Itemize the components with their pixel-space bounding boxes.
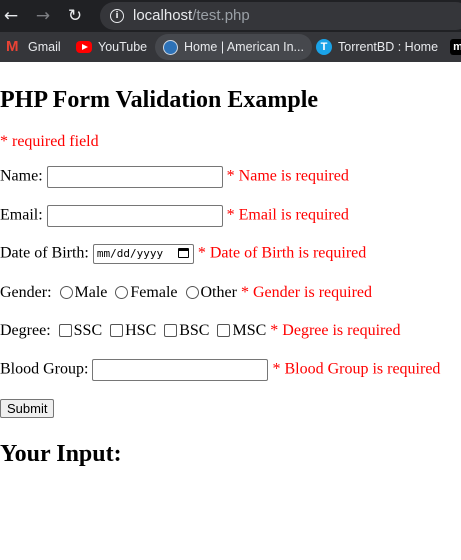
email-error: * Email is required — [226, 206, 349, 224]
submit-button[interactable]: Submit — [0, 399, 55, 418]
name-row: Name: * Name is required — [0, 166, 349, 188]
back-arrow-icon[interactable]: ← — [0, 5, 22, 27]
gender-female-radio[interactable] — [115, 285, 129, 299]
url-host: localhost — [133, 7, 193, 24]
url-path: /test.php — [192, 7, 250, 24]
degree-hsc-checkbox[interactable] — [110, 323, 124, 337]
blood-group-error: * Blood Group is required — [272, 360, 441, 378]
bookmark-label: YouTube — [98, 40, 148, 54]
bookmark-american[interactable]: Home | American In... — [155, 34, 312, 60]
bookmark-label: Gmail — [28, 40, 61, 54]
bookmark-m[interactable]: m — [450, 32, 461, 62]
gender-option-label: Female — [130, 284, 178, 301]
blood-group-input[interactable] — [92, 359, 269, 381]
dob-label: Date of Birth: — [0, 244, 89, 262]
dob-input[interactable]: mm/dd/yyyy — [92, 244, 194, 264]
email-input[interactable] — [46, 205, 223, 227]
bookmark-youtube[interactable]: YouTube — [76, 32, 147, 62]
youtube-icon — [76, 41, 92, 53]
degree-msc-checkbox[interactable] — [217, 323, 231, 337]
degree-ssc-checkbox[interactable] — [58, 323, 72, 337]
degree-bsc-checkbox[interactable] — [164, 323, 178, 337]
gender-option-label: Male — [74, 284, 108, 301]
name-label: Name: — [0, 167, 43, 185]
dob-placeholder: mm/dd/yyyy — [96, 247, 164, 260]
reload-icon[interactable]: ↻ — [64, 5, 86, 27]
output-heading: Your Input: — [0, 441, 122, 467]
bookmarks-bar: M Gmail YouTube Home | American In... T … — [0, 32, 461, 62]
gmail-icon: M — [6, 38, 19, 55]
degree-label: Degree: — [0, 322, 51, 339]
address-bar[interactable]: i localhost/test.php — [100, 2, 461, 30]
blood-group-row: Blood Group: * Blood Group is required — [0, 359, 440, 381]
email-row: Email: * Email is required — [0, 205, 349, 227]
url-text[interactable]: localhost/test.php — [133, 7, 250, 24]
bookmark-gmail[interactable]: M Gmail — [6, 32, 61, 62]
degree-option-label: HSC — [125, 322, 157, 339]
required-note: * required field — [0, 133, 99, 150]
browser-toolbar: ← → ↻ i localhost/test.php — [0, 0, 461, 32]
gender-error: * Gender is required — [240, 284, 372, 301]
dob-row: Date of Birth: mm/dd/yyyy * Date of Birt… — [0, 244, 366, 264]
site-info-icon[interactable]: i — [110, 9, 124, 23]
torrentbd-icon: T — [316, 39, 332, 55]
m-icon: m — [450, 39, 461, 55]
calendar-icon[interactable] — [177, 248, 189, 258]
gender-option-label: Other — [200, 284, 237, 301]
degree-option-label: SSC — [73, 322, 103, 339]
dob-error: * Date of Birth is required — [197, 244, 367, 262]
degree-option-label: MSC — [232, 322, 267, 339]
gender-row: Gender: Male Female Other * Gender is re… — [0, 284, 372, 302]
email-label: Email: — [0, 206, 43, 224]
gender-male-radio[interactable] — [59, 285, 73, 299]
degree-error: * Degree is required — [270, 322, 401, 339]
bookmark-torrentbd[interactable]: T TorrentBD : Home — [316, 32, 438, 62]
degree-option-label: BSC — [179, 322, 210, 339]
gender-label: Gender: — [0, 284, 52, 301]
bookmark-label: Home | American In... — [184, 40, 304, 54]
forward-arrow-icon[interactable]: → — [32, 5, 54, 27]
page-title: PHP Form Validation Example — [0, 87, 319, 113]
submit-row: Submit — [0, 399, 55, 418]
bookmark-label: TorrentBD : Home — [338, 40, 439, 54]
degree-row: Degree: SSC HSC BSC MSC * Degree is requ… — [0, 322, 400, 340]
name-input[interactable] — [46, 166, 223, 188]
blood-group-label: Blood Group: — [0, 360, 89, 378]
gender-other-radio[interactable] — [185, 285, 199, 299]
name-error: * Name is required — [226, 167, 349, 185]
american-icon — [163, 39, 178, 55]
